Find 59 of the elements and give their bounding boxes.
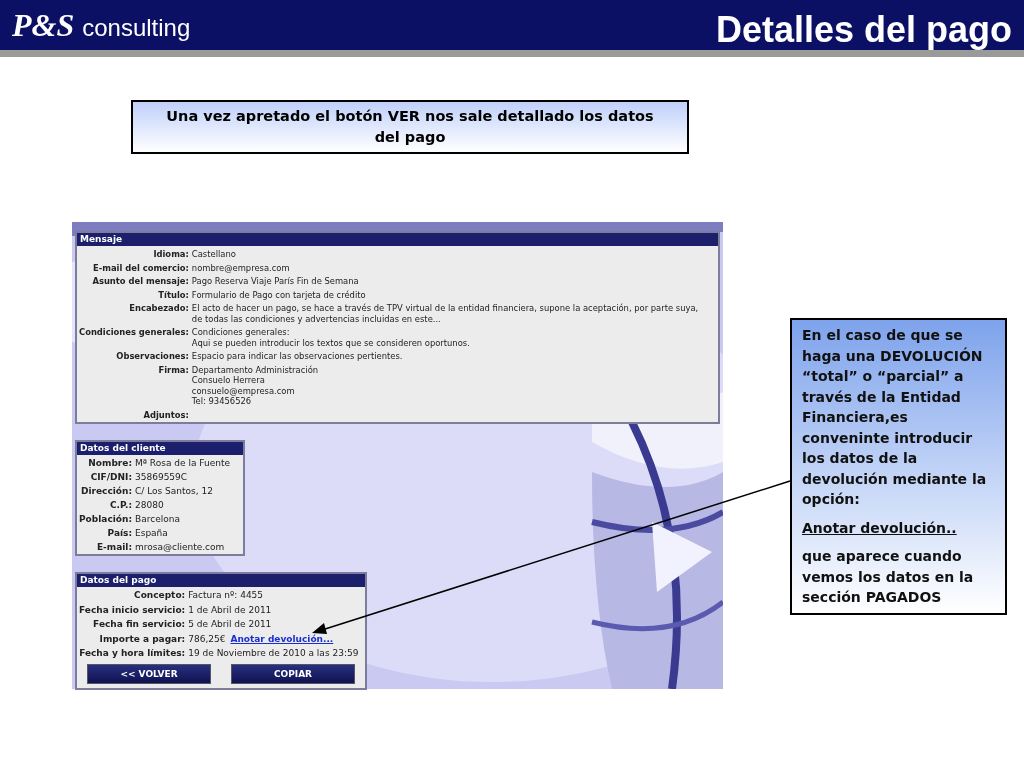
field-value: España — [135, 527, 168, 538]
field-label: Condiciones generales: — [79, 327, 189, 339]
field-value: C/ Los Santos, 12 — [135, 485, 213, 496]
field-value: Pago Reserva Viaje París Fin de Semana — [191, 276, 359, 286]
field-value: Mª Rosa de la Fuente — [135, 457, 230, 468]
field-value: Castellano — [191, 249, 236, 259]
field-value: Formulario de Pago con tarjeta de crédito — [191, 289, 366, 300]
field-value: Tel: 93456526 — [191, 396, 252, 406]
field-label: Fecha fin servicio: — [92, 619, 186, 630]
field-value: Departamento Administración — [191, 364, 319, 375]
field-label: Nombre: — [87, 457, 132, 468]
field-label: Título: — [157, 289, 189, 300]
field-label: C.P.: — [109, 499, 132, 510]
anotar-link[interactable]: Anotar devolución... — [230, 633, 334, 644]
field-label: Importe a pagar: — [98, 633, 186, 644]
panel-title: Mensaje — [77, 233, 718, 246]
field-label: Dirección: — [79, 485, 132, 496]
field-value: Consuelo Herrera — [191, 375, 265, 385]
field-value: 1 de Abril de 2011 — [188, 604, 272, 615]
field-label: E-mail del comercio: — [91, 262, 189, 273]
logo-text: consulting — [82, 13, 191, 42]
note-link-text: Anotar devolución.. — [802, 518, 958, 538]
field-value: 19 de Noviembre de 2010 a las 23:59 — [188, 648, 359, 658]
field-label: CIF/DNI: — [89, 471, 132, 482]
field-value: 28080 — [135, 499, 164, 510]
field-label: País: — [106, 527, 132, 538]
field-value: de todas las condiciones y advertencias incluidas en este... — [191, 313, 441, 324]
field-label: Firma: — [157, 364, 189, 377]
field-value: Factura nº: 4455 — [188, 590, 264, 600]
field-value: 5 de Abril de 2011 — [188, 619, 272, 629]
field-label: Población: — [79, 513, 132, 524]
action-button[interactable]: COPIAR — [231, 663, 355, 684]
field-label: Adjuntos: — [142, 409, 189, 420]
slide-title: Detalles del pago — [715, 9, 1012, 51]
field-label: Asunto del mensaje: — [91, 276, 189, 287]
panel-title: Datos del pago — [77, 574, 365, 587]
action-button[interactable]: << VOLVER — [87, 663, 211, 684]
field-value: Barcelona — [135, 513, 180, 524]
field-value: consuelo@empresa.com — [191, 385, 295, 396]
field-label: Encabezado: — [128, 303, 189, 315]
field-value: Espacio para indicar las observaciones pertientes. — [191, 351, 403, 361]
field-label: Fecha y hora límites: — [79, 648, 186, 659]
logo: P&S — [12, 6, 75, 44]
field-value: mrosa@cliente.com — [135, 541, 225, 552]
field-label: Fecha inicio servicio: — [79, 604, 186, 615]
field-value: 35869559C — [135, 471, 188, 482]
intro-callout: Una vez apretado el botón VER nos sale detallado los datos del pago — [131, 100, 689, 154]
field-value: El acto de hacer un pago, se hace a través de TPV virtual de la entidad financiera, supone la aceptación, por parte suya, — [191, 303, 699, 313]
field-value: 786,25€ — [188, 633, 226, 644]
field-label: Observaciones: — [115, 351, 189, 362]
note-text: En el caso de que se haga una DEVOLUCIÓN “total” o “parcial” a través de la Entidad Financiera,es conveninte introducir los datos de la devolución mediante la opción: — [802, 326, 988, 509]
panel-title: Datos del cliente — [77, 441, 243, 455]
field-label: E-mail: — [95, 541, 132, 552]
field-value: Condiciones generales: — [191, 327, 290, 337]
field-value: Aqui se pueden introducir los textos que se consideren oportunos. — [191, 337, 470, 348]
field-value: nombre@empresa.com — [191, 262, 290, 273]
field-label: Concepto: — [133, 590, 186, 601]
note-text: que aparece cuando vemos los datos en la sección PAGADOS — [802, 547, 975, 607]
field-label: Idioma: — [152, 249, 189, 260]
